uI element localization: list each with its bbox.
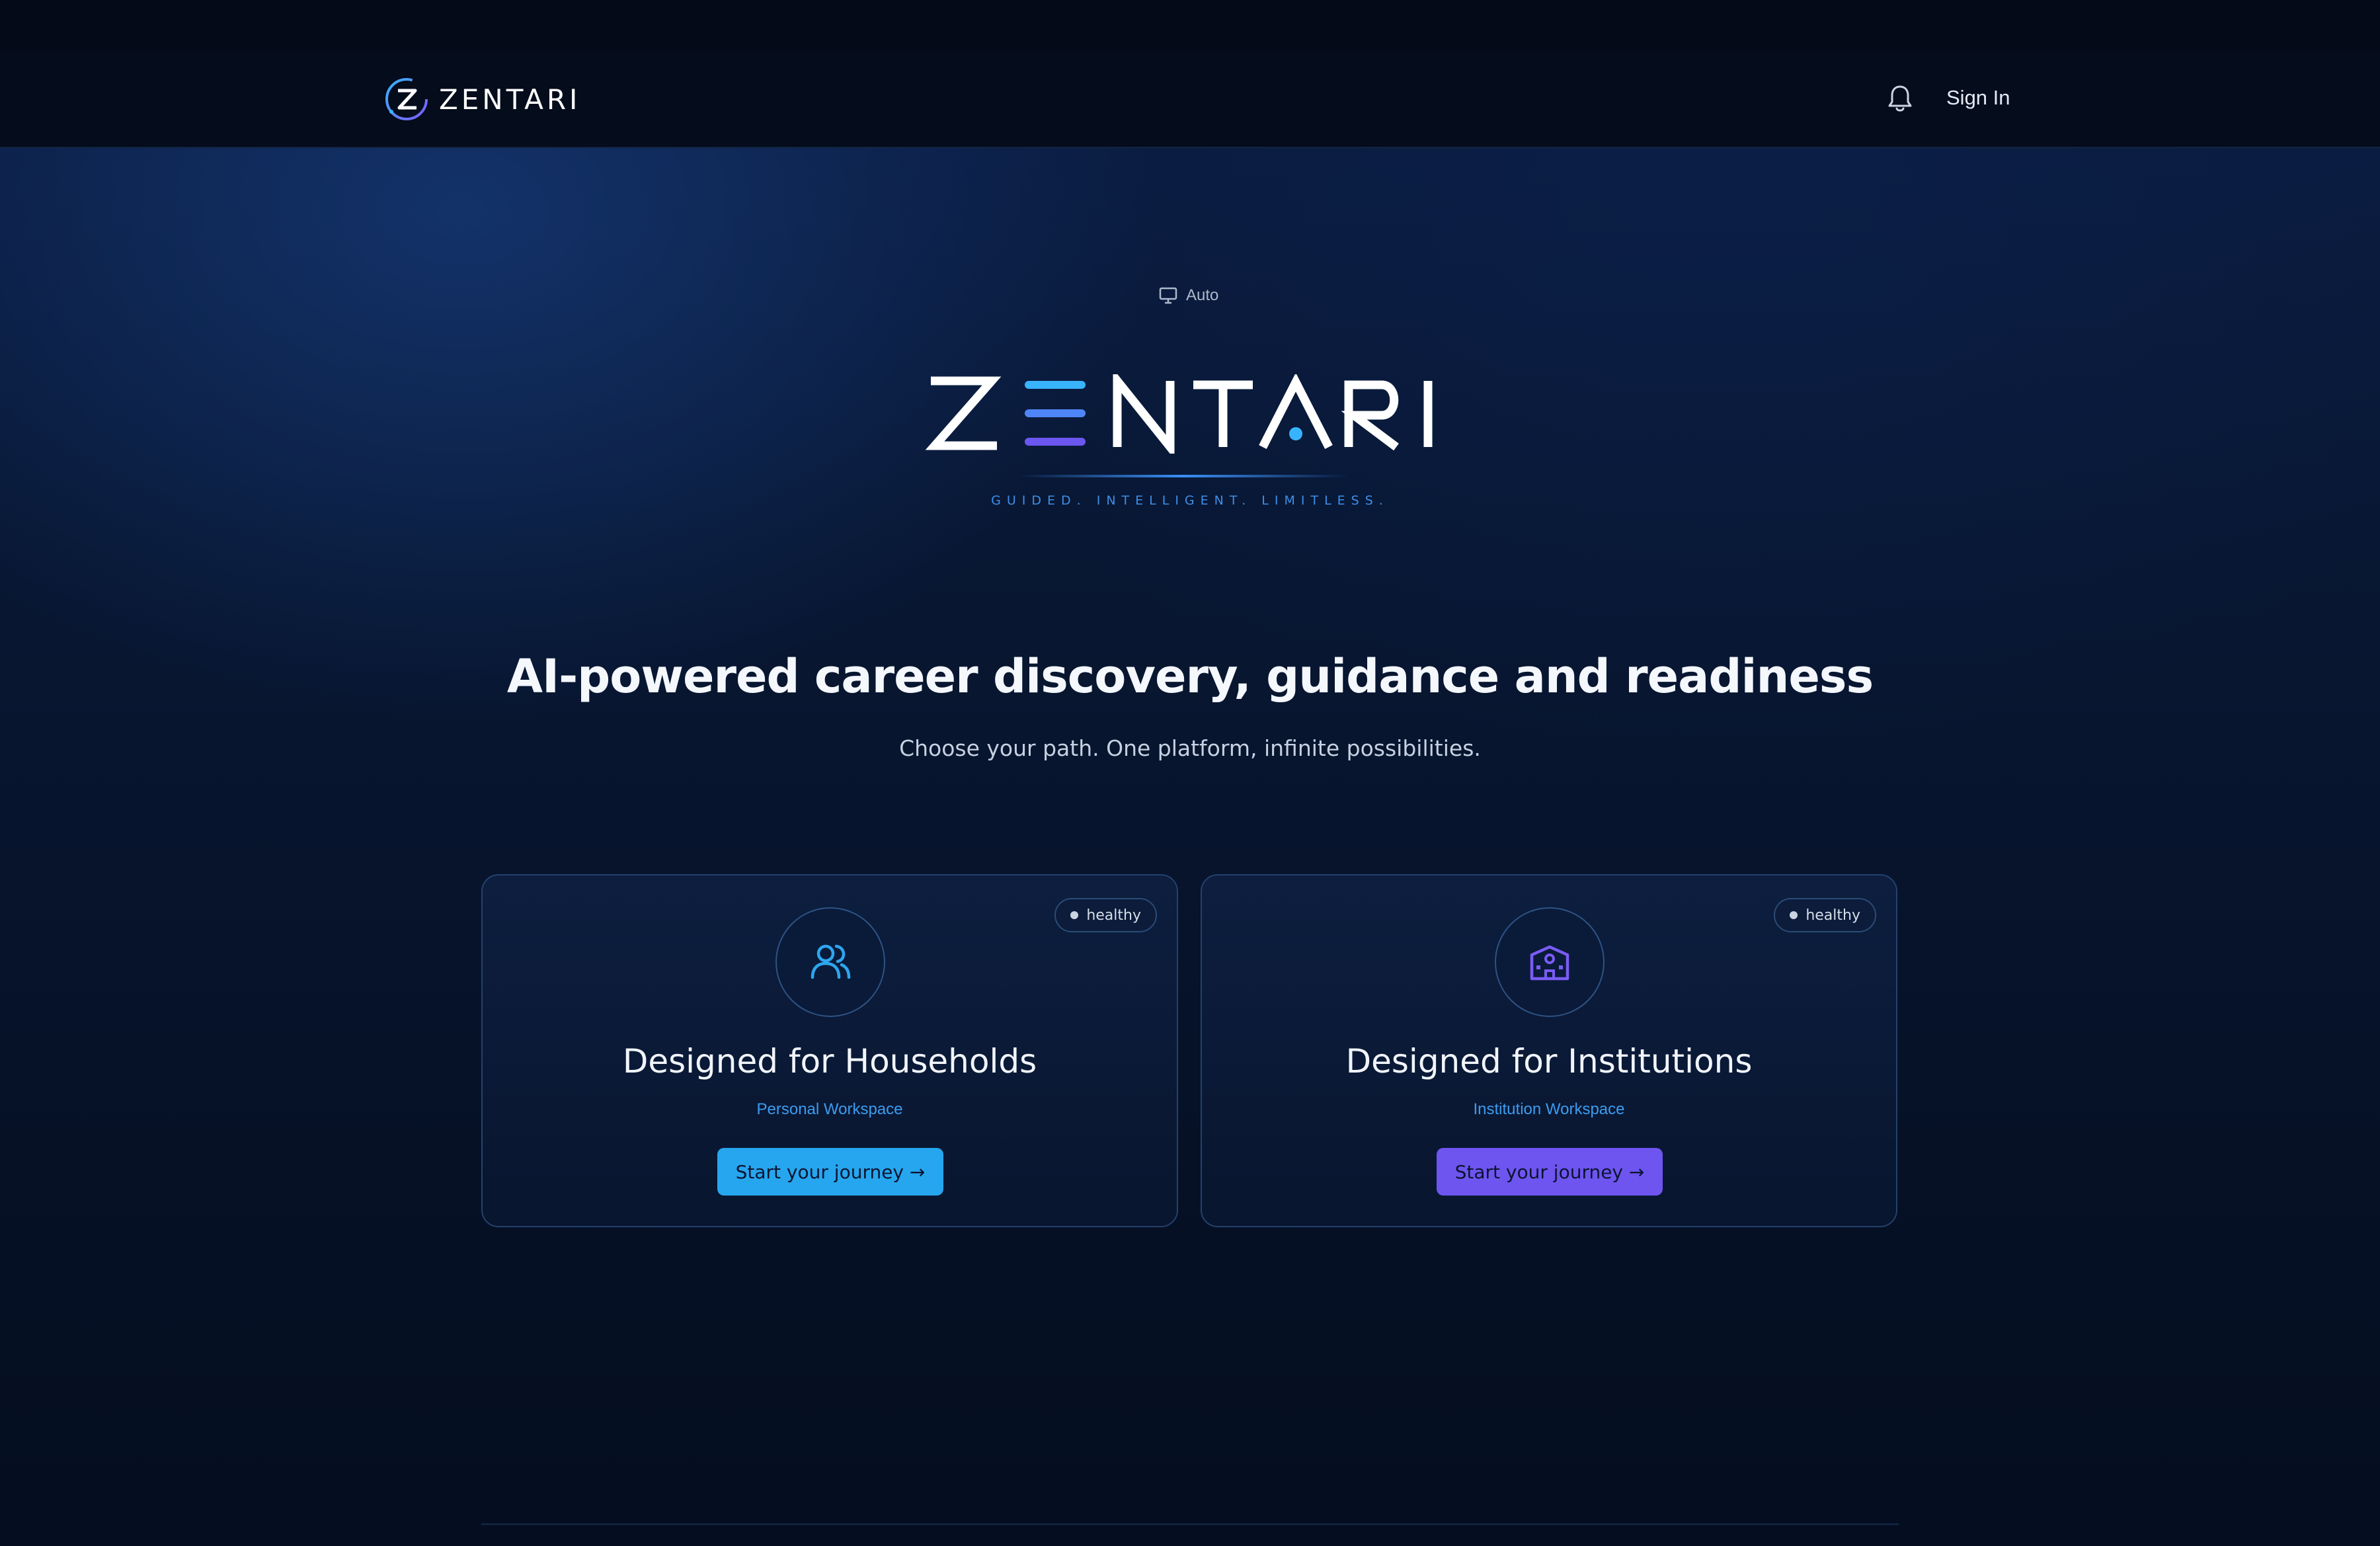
- households-start-button[interactable]: Start your journey →: [717, 1148, 943, 1196]
- hero-subheadline: Choose your path. One platform, infinite…: [899, 735, 1481, 761]
- page-background: [0, 0, 2380, 1546]
- status-dot-icon: [1070, 911, 1079, 919]
- top-navbar: [0, 53, 2380, 148]
- hero-headline: AI-powered career discovery, guidance an…: [506, 649, 1874, 704]
- status-label: healthy: [1805, 907, 1860, 924]
- institutions-icon-circle: [1495, 907, 1605, 1017]
- top-band: [0, 0, 2380, 53]
- households-card-subtitle: Personal Workspace: [756, 1100, 903, 1118]
- status-badge: healthy: [1054, 898, 1157, 932]
- hero-logo: [926, 374, 1433, 454]
- households-card[interactable]: healthy Designed for Households Personal…: [481, 874, 1178, 1227]
- logo-mark-icon: [385, 78, 428, 120]
- nav-logo[interactable]: ZENTARI: [383, 74, 580, 124]
- nav-wordmark: ZENTARI: [439, 83, 581, 116]
- brand-tagline: GUIDED. INTELLIGENT. LIMITLESS.: [991, 493, 1389, 508]
- households-icon-circle: [775, 907, 885, 1017]
- theme-toggle-label: Auto: [1186, 286, 1219, 304]
- sign-in-link[interactable]: Sign In: [1946, 86, 2010, 110]
- institutions-card-subtitle: Institution Workspace: [1473, 1100, 1625, 1118]
- theme-toggle[interactable]: Auto: [1158, 284, 1218, 307]
- monitor-icon: [1159, 287, 1177, 304]
- institutions-start-button[interactable]: Start your journey →: [1437, 1148, 1663, 1196]
- institutions-card[interactable]: healthy Designed for Institutions Instit…: [1201, 874, 1897, 1227]
- status-label: healthy: [1086, 907, 1141, 924]
- institutions-card-title: Designed for Institutions: [1345, 1042, 1753, 1080]
- households-card-title: Designed for Households: [622, 1042, 1037, 1080]
- school-building-icon: [1530, 945, 1569, 981]
- users-icon: [811, 944, 851, 979]
- hero-divider: [1018, 475, 1349, 477]
- status-dot-icon: [1790, 911, 1798, 919]
- bell-icon[interactable]: [1885, 83, 1915, 114]
- status-badge: healthy: [1774, 898, 1876, 932]
- footer-divider: [481, 1524, 1899, 1525]
